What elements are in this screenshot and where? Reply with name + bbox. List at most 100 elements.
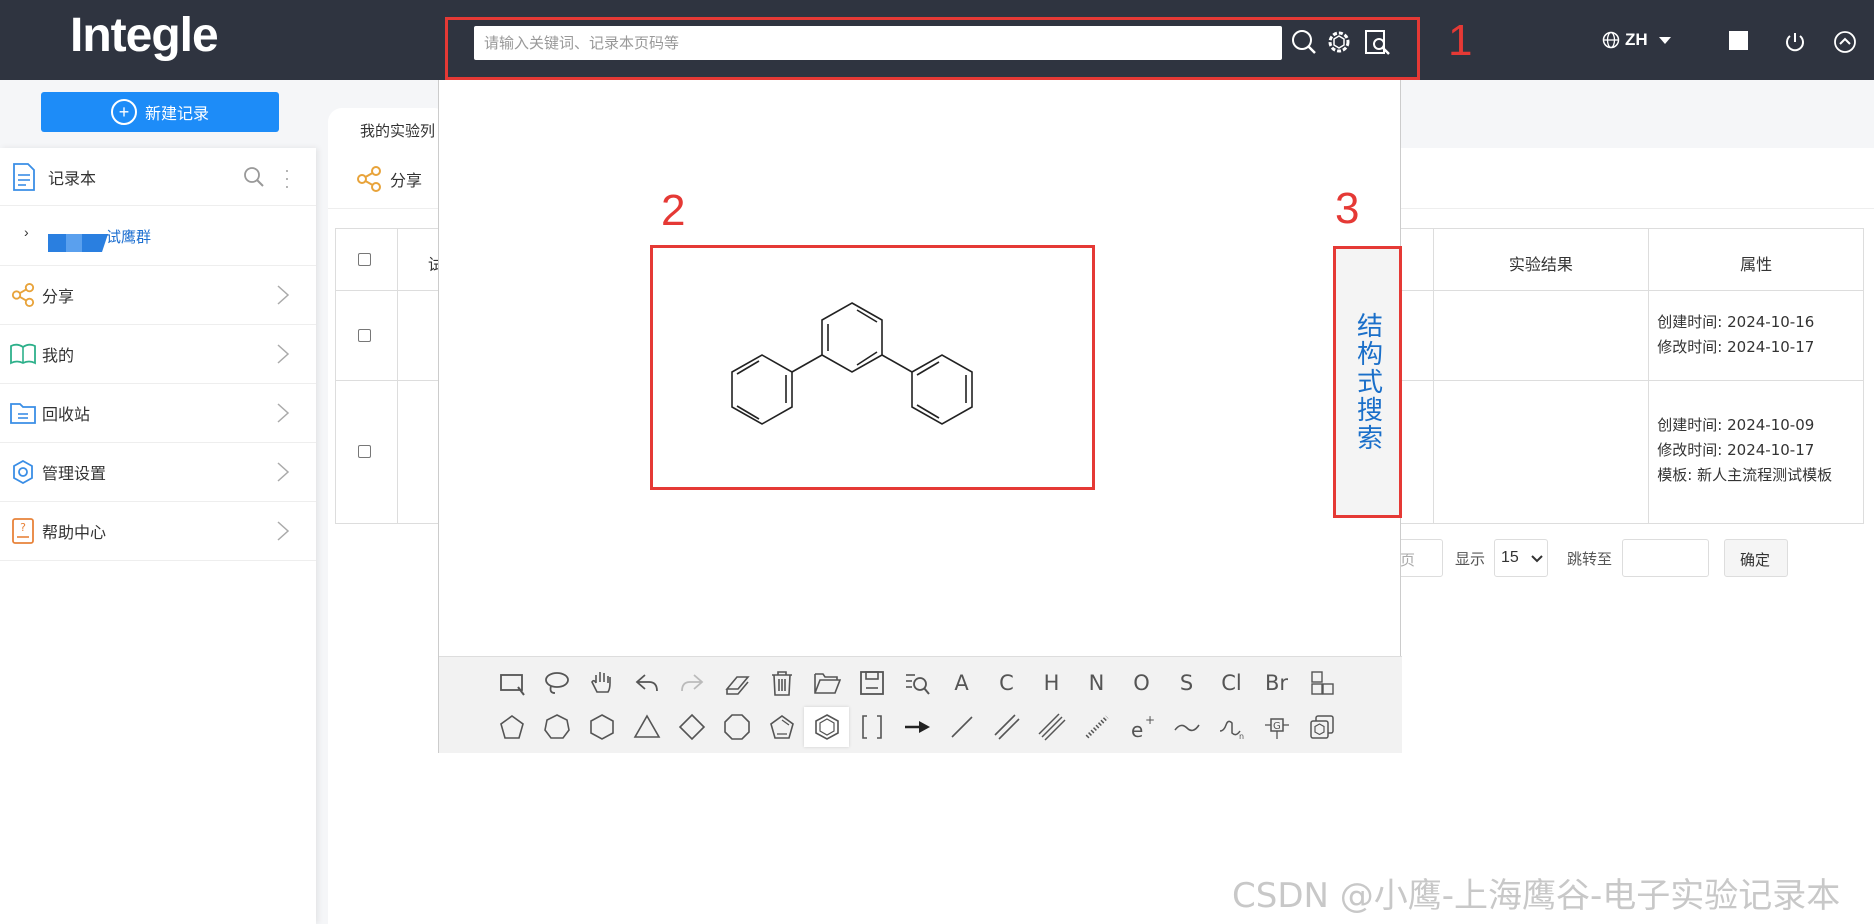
wavy-line-icon[interactable] — [1164, 707, 1209, 747]
cyclopropane-icon[interactable] — [624, 707, 669, 747]
modified-time: 修改时间: 2024-10-17 — [1657, 441, 1815, 459]
sidebar-item-recycle[interactable]: 回收站 — [0, 384, 316, 443]
sidebar-item-mine[interactable]: 我的 — [0, 325, 316, 384]
annotation-number-3: 3 — [1335, 184, 1360, 233]
zoom-search-icon[interactable] — [894, 663, 939, 703]
open-file-icon[interactable] — [804, 663, 849, 703]
annotation-number-2: 2 — [661, 186, 686, 235]
atom-S-button[interactable]: S — [1164, 663, 1209, 703]
page-suffix: 页 — [1400, 552, 1416, 569]
cycloheptane-icon[interactable] — [534, 707, 579, 747]
template-icon[interactable] — [1299, 707, 1344, 747]
share-icon — [10, 282, 36, 308]
power-icon[interactable] — [1783, 30, 1807, 54]
page-size-value: 15 — [1501, 549, 1519, 566]
lasso-icon[interactable] — [534, 663, 579, 703]
hand-icon[interactable] — [579, 663, 624, 703]
share-icon — [357, 166, 381, 192]
atom-Cl-button[interactable]: Cl — [1209, 663, 1254, 703]
atom-C-button[interactable]: C — [984, 663, 1029, 703]
group-icon[interactable]: G — [1254, 707, 1299, 747]
atom-O-button[interactable]: O — [1119, 663, 1164, 703]
sidebar-item-label: 管理设置 — [42, 466, 107, 483]
sidebar-item-settings[interactable]: 管理设置 — [0, 443, 316, 502]
new-record-icon: + — [110, 99, 137, 125]
page-size-select[interactable]: 15 — [1494, 539, 1548, 577]
created-time: 创建时间: 2024-10-09 — [1657, 416, 1815, 434]
book-icon — [10, 341, 36, 367]
select-all-checkbox[interactable] — [358, 253, 371, 266]
confirm-label: 确定 — [1740, 552, 1771, 569]
page-input[interactable]: 页 — [1395, 539, 1443, 577]
arrow-icon[interactable] — [894, 707, 939, 747]
row-checkbox[interactable] — [358, 329, 371, 342]
sidebar-item-label: 回收站 — [42, 407, 91, 424]
sidebar-item-label: 帮助中心 — [42, 525, 107, 542]
structure-toolbar: A C H N O S Cl Br e + n G — [439, 656, 1402, 753]
cyclobutane-icon[interactable] — [669, 707, 714, 747]
template-name: 模板: 新人主流程测试模板 — [1657, 466, 1833, 484]
cyclooctane-icon[interactable] — [714, 707, 759, 747]
help-icon: ? — [10, 518, 36, 544]
eraser-icon[interactable] — [714, 663, 759, 703]
atom-Br-button[interactable]: Br — [1254, 663, 1299, 703]
single-bond-icon[interactable] — [939, 707, 984, 747]
notebook-header: 记录本 · · · — [0, 148, 316, 206]
cyclopentadiene-icon[interactable] — [759, 707, 804, 747]
benzene-icon[interactable] — [804, 707, 849, 747]
save-icon[interactable] — [849, 663, 894, 703]
row-props: 创建时间: 2024-10-09 修改时间: 2024-10-17 模板: 新人… — [1649, 381, 1863, 523]
triple-bond-icon[interactable] — [1029, 707, 1074, 747]
svg-text:+: + — [1145, 713, 1155, 727]
sidebar-item-label: 分享 — [42, 289, 75, 306]
toolbar-row-1: A C H N O S Cl Br — [489, 663, 1344, 703]
sidebar-item-help[interactable]: ? 帮助中心 — [0, 502, 316, 561]
chevron-right-icon — [277, 344, 290, 364]
periodic-table-icon[interactable] — [1299, 663, 1344, 703]
trash-icon[interactable] — [759, 663, 804, 703]
hashed-bond-icon[interactable] — [1074, 707, 1119, 747]
share-label: 分享 — [390, 173, 423, 190]
cyclohexane-icon[interactable] — [579, 707, 624, 747]
created-time: 创建时间: 2024-10-16 — [1657, 313, 1815, 331]
undo-icon[interactable] — [624, 663, 669, 703]
chevron-down-icon — [1531, 555, 1543, 563]
svg-text:e: e — [1131, 718, 1143, 741]
search-icon[interactable] — [243, 166, 265, 188]
chevron-right-icon: › — [24, 224, 29, 240]
atom-H-button[interactable]: H — [1029, 663, 1074, 703]
chevron-right-icon — [277, 285, 290, 305]
bracket-icon[interactable] — [849, 707, 894, 747]
charge-icon[interactable]: e + — [1119, 707, 1164, 747]
atom-A-button[interactable]: A — [939, 663, 984, 703]
square-icon[interactable] — [1729, 31, 1748, 50]
double-bond-icon[interactable] — [984, 707, 1029, 747]
folder-icon — [10, 400, 36, 426]
share-button[interactable]: 分享 — [356, 166, 422, 192]
confirm-button[interactable]: 确定 — [1724, 539, 1788, 577]
show-label: 显示 — [1455, 551, 1486, 568]
language-label: ZH — [1625, 30, 1648, 49]
rect-select-icon[interactable] — [489, 663, 534, 703]
chain-icon[interactable]: n — [1209, 707, 1254, 747]
language-selector[interactable]: ZH — [1602, 30, 1671, 50]
modified-time: 修改时间: 2024-10-17 — [1657, 338, 1815, 356]
jump-page-input[interactable] — [1622, 539, 1709, 577]
svg-text:n: n — [1239, 732, 1244, 741]
tab-my-experiments[interactable]: 我的实验列 — [328, 108, 448, 150]
atom-N-button[interactable]: N — [1074, 663, 1119, 703]
chevron-down-icon — [1658, 36, 1671, 44]
cyclopentane-icon[interactable] — [489, 707, 534, 747]
row-props: 创建时间: 2024-10-16 修改时间: 2024-10-17 — [1649, 291, 1863, 380]
notebook-group[interactable]: › 试鹰群 — [0, 206, 316, 266]
group-label: 试鹰群 — [106, 229, 152, 246]
col-header-props: 属性 — [1740, 257, 1773, 274]
row-checkbox[interactable] — [358, 445, 371, 458]
sidebar-item-share[interactable]: 分享 — [0, 266, 316, 325]
watermark: CSDN @小鹰-上海鹰谷-电子实验记录本 — [1232, 876, 1841, 916]
collapse-up-icon[interactable] — [1833, 30, 1857, 54]
redo-icon[interactable] — [669, 663, 714, 703]
toolbar-row-2: e + n G — [489, 707, 1344, 747]
more-icon[interactable]: · · · — [284, 161, 290, 195]
new-record-button[interactable]: + 新建记录 — [41, 92, 279, 132]
